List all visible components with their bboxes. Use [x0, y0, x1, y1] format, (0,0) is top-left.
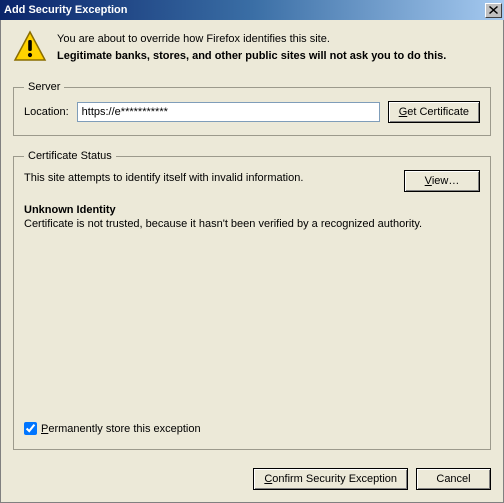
certificate-status-section: Certificate Status This site attempts to…	[13, 144, 491, 458]
certificate-summary: This site attempts to identify itself wi…	[24, 170, 394, 184]
get-certificate-button[interactable]: Get Certificate	[388, 101, 480, 123]
permanent-checkbox[interactable]	[24, 422, 37, 435]
intro-line1: You are about to override how Firefox id…	[57, 32, 491, 47]
spacer	[24, 230, 480, 418]
intro-line2: Legitimate banks, stores, and other publ…	[57, 49, 491, 64]
location-label: Location:	[24, 106, 69, 118]
window-title: Add Security Exception	[4, 4, 485, 16]
cancel-button[interactable]: Cancel	[416, 468, 491, 490]
close-button[interactable]	[485, 3, 502, 18]
server-legend: Server	[24, 81, 64, 93]
certificate-status-legend: Certificate Status	[24, 150, 116, 162]
permanent-label[interactable]: Permanently store this exception	[41, 423, 201, 435]
dialog-footer: Confirm Security Exception Cancel	[13, 468, 491, 490]
titlebar: Add Security Exception	[0, 0, 504, 20]
dialog-content: You are about to override how Firefox id…	[0, 20, 504, 503]
intro-section: You are about to override how Firefox id…	[13, 30, 491, 67]
location-input[interactable]	[77, 102, 380, 122]
confirm-button[interactable]: Confirm Security Exception	[253, 468, 408, 490]
certificate-status-group: Certificate Status This site attempts to…	[13, 150, 491, 450]
identity-heading: Unknown Identity	[24, 204, 480, 216]
view-certificate-button[interactable]: View…	[404, 170, 480, 192]
warning-icon	[13, 30, 47, 67]
identity-body: Certificate is not trusted, because it h…	[24, 218, 480, 230]
intro-text: You are about to override how Firefox id…	[57, 30, 491, 64]
server-group: Server Location: Get Certificate	[13, 81, 491, 136]
close-icon	[489, 6, 498, 14]
